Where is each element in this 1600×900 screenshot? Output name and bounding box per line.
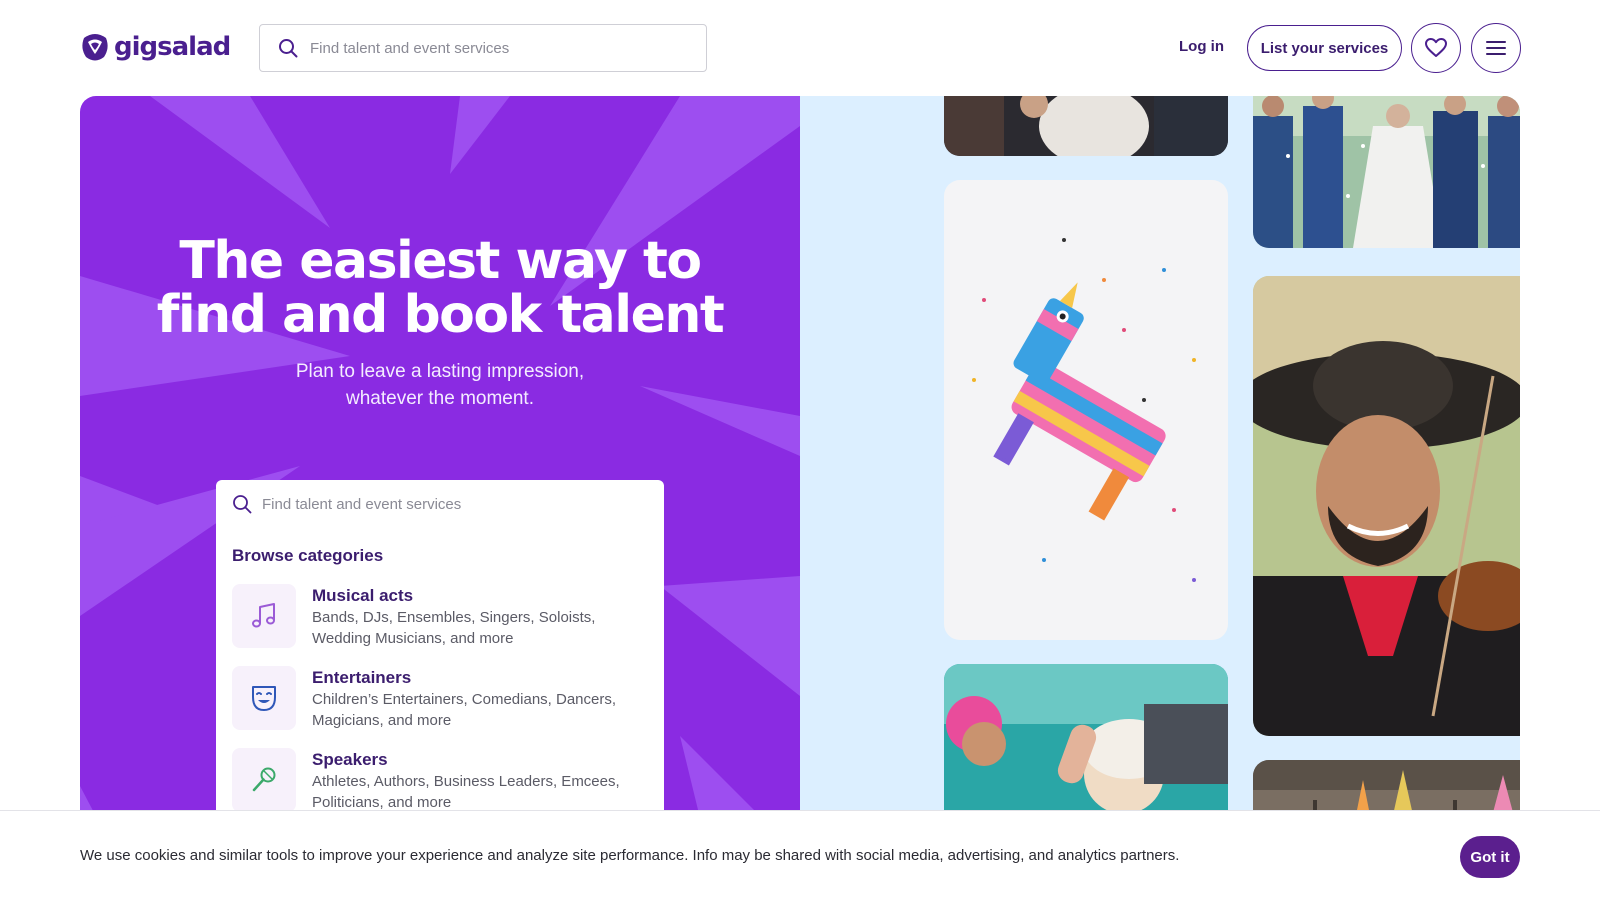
category-description: Athletes, Authors, Business Leaders, Emc… [312,771,632,813]
list-your-services-button[interactable]: List your services [1247,25,1402,71]
category-title: Entertainers [312,668,412,687]
photo-mariachi [1253,276,1520,736]
category-title: Speakers [312,750,388,769]
wedding-party-image [1253,96,1520,248]
pinata-image [944,180,1228,640]
category-text: Speakers Athletes, Authors, Business Lea… [312,748,632,818]
photo-wedding-party [1253,96,1520,248]
gigsalad-logo[interactable]: gigsalad [80,30,231,64]
category-title: Musical acts [312,586,414,605]
category-description: Children’s Entertainers, Comedians, Danc… [312,689,632,731]
hamburger-menu-icon [1486,41,1506,55]
photo-pinata [944,180,1228,640]
category-text: Musical acts Bands, DJs, Ensembles, Sing… [312,584,632,654]
hero-subtitle: Plan to leave a lasting impression, what… [260,358,620,412]
mariachi-image [1253,276,1520,736]
gigsalad-logo-icon [82,34,108,61]
category-speakers[interactable]: Speakers Athletes, Authors, Business Lea… [232,748,652,818]
category-description-line1: Bands, DJs, Ensembles, Singers, Soloists… [312,609,596,626]
search-icon [279,39,298,58]
music-note-icon [252,603,275,628]
theater-mask-icon [252,686,276,711]
main-menu-button[interactable] [1471,23,1521,73]
category-musical-acts[interactable]: Musical acts Bands, DJs, Ensembles, Sing… [232,584,652,654]
card-search-input[interactable] [262,495,632,513]
hero-panel: The easiest way to find and book talent … [80,96,800,900]
category-description-line2: Politicians, and more [312,794,452,811]
photo-wedding-guests [944,96,1228,156]
category-description-line1: Athletes, Authors, Business Leaders, Emc… [312,773,620,790]
wedding-guests-image [944,96,1228,156]
category-icon-tile [232,748,296,812]
category-description-line2: Magicians, and more [312,712,452,729]
category-icon-tile [232,666,296,730]
hero-subtitle-line2: whatever the moment. [346,388,534,409]
header-search-box[interactable] [259,24,707,72]
card-search-box[interactable] [232,494,632,514]
login-link[interactable]: Log in [1179,38,1224,55]
got-it-button[interactable]: Got it [1460,836,1520,878]
favorites-button[interactable] [1411,23,1461,73]
browse-categories-heading: Browse categories [232,546,384,565]
header-search-input[interactable] [310,39,690,57]
heart-icon [1425,38,1447,57]
category-description-line1: Children’s Entertainers, Comedians, Danc… [312,691,617,708]
category-description-line2: Wedding Musicians, and more [312,630,514,647]
hero-title: The easiest way to find and book talent [80,234,800,342]
logo-wordmark: gigsalad [114,32,231,62]
search-icon [233,495,252,514]
site-header: gigsalad Log in List your services [0,0,1600,96]
photo-collage [800,96,1520,900]
hero-title-line2: find and book talent [156,285,725,345]
category-icon-tile [232,584,296,648]
hero-title-line1: The easiest way to [179,231,702,291]
hero-subtitle-line1: Plan to leave a lasting impression, [295,361,585,382]
category-text: Entertainers Children’s Entertainers, Co… [312,666,632,736]
category-description: Bands, DJs, Ensembles, Singers, Soloists… [312,607,632,649]
cookie-notice-text: We use cookies and similar tools to impr… [80,847,1180,864]
cookie-banner: We use cookies and similar tools to impr… [0,810,1600,900]
category-entertainers[interactable]: Entertainers Children’s Entertainers, Co… [232,666,652,736]
microphone-icon [252,767,276,792]
hero-section: The easiest way to find and book talent … [80,96,1520,900]
